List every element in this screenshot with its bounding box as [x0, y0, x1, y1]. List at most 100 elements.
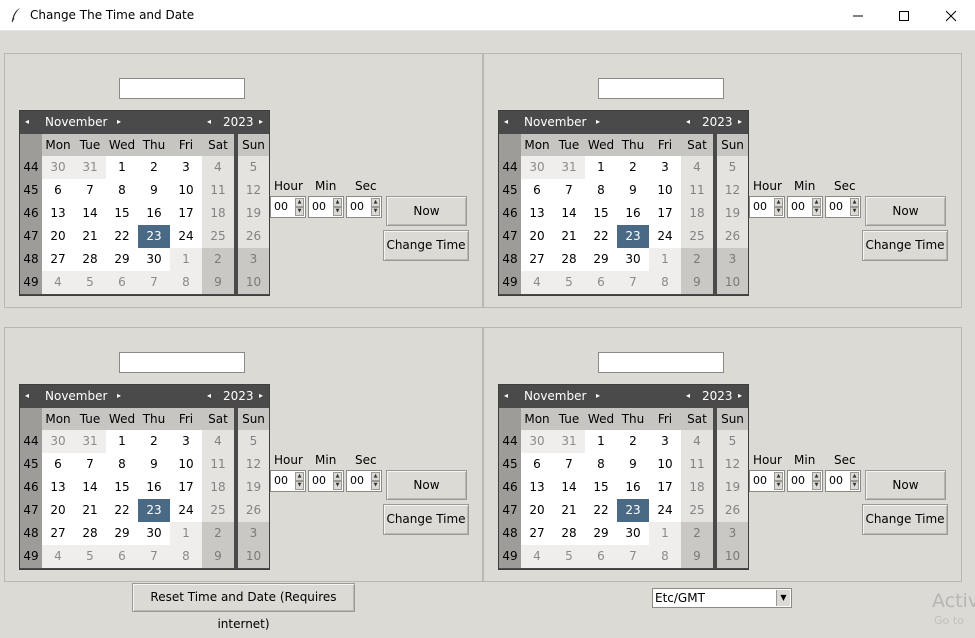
- spin-down-icon[interactable]: ▼: [774, 207, 783, 216]
- day-cell[interactable]: 26: [717, 499, 748, 522]
- minimize-button[interactable]: [835, 0, 881, 31]
- day-cell[interactable]: 5: [717, 430, 748, 453]
- day-cell[interactable]: 30: [138, 248, 170, 271]
- day-cell[interactable]: 30: [617, 248, 649, 271]
- day-cell[interactable]: 25: [681, 499, 713, 522]
- day-cell[interactable]: 3: [170, 430, 202, 453]
- spin-up-icon[interactable]: ▲: [333, 472, 342, 481]
- day-cell[interactable]: 5: [238, 156, 269, 179]
- day-cell[interactable]: 3: [649, 156, 681, 179]
- day-cell[interactable]: 15: [106, 476, 138, 499]
- day-cell[interactable]: 10: [717, 545, 748, 568]
- day-cell[interactable]: 29: [585, 522, 617, 545]
- day-cell[interactable]: 11: [681, 179, 713, 202]
- day-cell[interactable]: 8: [106, 453, 138, 476]
- day-cell[interactable]: 5: [238, 430, 269, 453]
- day-cell[interactable]: 11: [202, 453, 234, 476]
- prev-month-icon[interactable]: ◂: [25, 391, 29, 400]
- day-cell[interactable]: 16: [617, 202, 649, 225]
- day-cell[interactable]: 10: [717, 271, 748, 294]
- day-cell[interactable]: 15: [585, 202, 617, 225]
- date-entry[interactable]: [598, 78, 724, 99]
- day-cell[interactable]: 28: [553, 248, 585, 271]
- date-entry[interactable]: [598, 352, 724, 373]
- day-cell[interactable]: 3: [238, 248, 269, 271]
- spin-down-icon[interactable]: ▼: [371, 207, 380, 216]
- day-cell[interactable]: 20: [42, 225, 74, 248]
- spin-up-icon[interactable]: ▲: [774, 472, 783, 481]
- change-time-button[interactable]: Change Time: [862, 504, 948, 535]
- day-cell[interactable]: 30: [521, 430, 553, 453]
- day-cell[interactable]: 13: [42, 476, 74, 499]
- spin-up-icon[interactable]: ▲: [333, 198, 342, 207]
- day-cell[interactable]: 27: [521, 248, 553, 271]
- day-cell[interactable]: 1: [649, 522, 681, 545]
- day-cell[interactable]: 1: [649, 248, 681, 271]
- close-button[interactable]: [928, 0, 974, 31]
- date-entry[interactable]: [119, 78, 245, 99]
- day-cell[interactable]: 16: [138, 202, 170, 225]
- spin-up-icon[interactable]: ▲: [371, 198, 380, 207]
- day-cell[interactable]: 8: [649, 545, 681, 568]
- day-cell[interactable]: 24: [649, 499, 681, 522]
- day-cell[interactable]: 22: [106, 225, 138, 248]
- day-cell[interactable]: 17: [649, 476, 681, 499]
- prev-year-icon[interactable]: ◂: [207, 117, 211, 126]
- day-cell[interactable]: 26: [238, 499, 269, 522]
- day-cell[interactable]: 3: [717, 522, 748, 545]
- date-entry[interactable]: [119, 352, 245, 373]
- day-cell[interactable]: 8: [585, 453, 617, 476]
- day-cell[interactable]: 28: [74, 248, 106, 271]
- day-cell[interactable]: 9: [681, 271, 713, 294]
- next-month-icon[interactable]: ▸: [117, 391, 121, 400]
- day-cell[interactable]: 2: [138, 430, 170, 453]
- day-cell[interactable]: 2: [202, 248, 234, 271]
- day-cell[interactable]: 10: [170, 453, 202, 476]
- day-cell[interactable]: 24: [170, 499, 202, 522]
- day-cell[interactable]: 4: [521, 545, 553, 568]
- prev-month-icon[interactable]: ◂: [25, 117, 29, 126]
- day-cell[interactable]: 14: [74, 202, 106, 225]
- spin-down-icon[interactable]: ▼: [295, 481, 304, 490]
- day-cell[interactable]: 17: [170, 476, 202, 499]
- day-cell[interactable]: 10: [649, 179, 681, 202]
- prev-month-icon[interactable]: ◂: [504, 117, 508, 126]
- prev-year-icon[interactable]: ◂: [686, 117, 690, 126]
- day-cell[interactable]: 5: [74, 545, 106, 568]
- day-cell[interactable]: 30: [521, 156, 553, 179]
- day-cell[interactable]: 21: [74, 499, 106, 522]
- sec-spinbox[interactable]: 00 ▲ ▼: [825, 470, 861, 492]
- day-cell[interactable]: 31: [74, 156, 106, 179]
- day-cell[interactable]: 25: [202, 499, 234, 522]
- day-cell[interactable]: 14: [553, 476, 585, 499]
- day-cell[interactable]: 2: [138, 156, 170, 179]
- day-cell[interactable]: 6: [585, 545, 617, 568]
- day-cell[interactable]: 2: [202, 522, 234, 545]
- min-spinbox[interactable]: 00 ▲ ▼: [308, 196, 344, 218]
- day-cell[interactable]: 9: [138, 453, 170, 476]
- day-cell[interactable]: 14: [74, 476, 106, 499]
- day-cell[interactable]: 30: [42, 430, 74, 453]
- day-cell[interactable]: 19: [717, 202, 748, 225]
- day-cell[interactable]: 12: [717, 179, 748, 202]
- day-cell[interactable]: 7: [617, 271, 649, 294]
- day-cell[interactable]: 28: [553, 522, 585, 545]
- next-year-icon[interactable]: ▸: [259, 117, 263, 126]
- day-cell[interactable]: 6: [106, 271, 138, 294]
- day-cell[interactable]: 2: [617, 156, 649, 179]
- spin-down-icon[interactable]: ▼: [812, 481, 821, 490]
- spin-down-icon[interactable]: ▼: [774, 481, 783, 490]
- spin-down-icon[interactable]: ▼: [850, 481, 859, 490]
- next-year-icon[interactable]: ▸: [738, 391, 742, 400]
- day-cell[interactable]: 1: [170, 522, 202, 545]
- day-cell[interactable]: 13: [42, 202, 74, 225]
- spin-down-icon[interactable]: ▼: [333, 481, 342, 490]
- day-cell[interactable]: 11: [202, 179, 234, 202]
- day-cell[interactable]: 4: [202, 430, 234, 453]
- day-cell[interactable]: 22: [585, 499, 617, 522]
- day-cell[interactable]: 12: [717, 453, 748, 476]
- spin-up-icon[interactable]: ▲: [774, 198, 783, 207]
- day-cell[interactable]: 5: [74, 271, 106, 294]
- change-time-button[interactable]: Change Time: [383, 504, 469, 535]
- day-cell[interactable]: 6: [585, 271, 617, 294]
